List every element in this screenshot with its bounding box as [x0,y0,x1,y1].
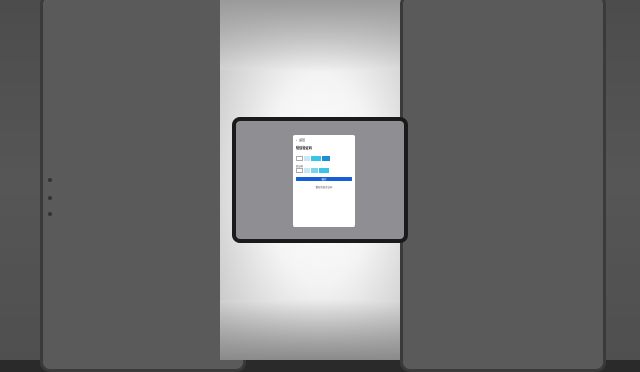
backdrop-fade-bottom [220,300,420,360]
code-input-row[interactable] [296,156,352,161]
right-tablet-frame [400,0,606,372]
confirm-button[interactable]: 确定 [296,177,352,181]
code-highlight [304,156,310,161]
code-box[interactable] [296,168,303,173]
code-highlight [304,168,310,173]
left-side-dot [48,212,52,216]
verification-dialog: ‹ 返回 短信验证码 验证码 确定 重新获取验证码 [293,135,355,227]
backdrop-fade-top [220,0,420,70]
left-blurred-panel [0,0,246,372]
dialog-title: 短信验证码 [296,146,312,150]
code-highlight [322,156,330,161]
tablet-screen: ‹ 返回 短信验证码 验证码 确定 重新获取验证码 [236,121,404,239]
left-side-dot [48,196,52,200]
left-side-dot [48,178,52,182]
code-highlight [311,168,318,173]
right-blurred-panel [400,0,640,372]
resend-code-link[interactable]: 重新获取验证码 [293,185,355,189]
back-button[interactable]: ‹ 返回 [296,138,305,142]
code-input-row-2[interactable] [296,168,352,173]
code-highlight [311,156,321,161]
chevron-left-icon: ‹ [296,138,297,142]
code-box[interactable] [296,156,303,161]
left-tablet-frame [40,0,246,372]
back-label: 返回 [299,138,306,142]
tablet-device: ‹ 返回 短信验证码 验证码 确定 重新获取验证码 [232,117,408,243]
code-highlight [319,168,329,173]
